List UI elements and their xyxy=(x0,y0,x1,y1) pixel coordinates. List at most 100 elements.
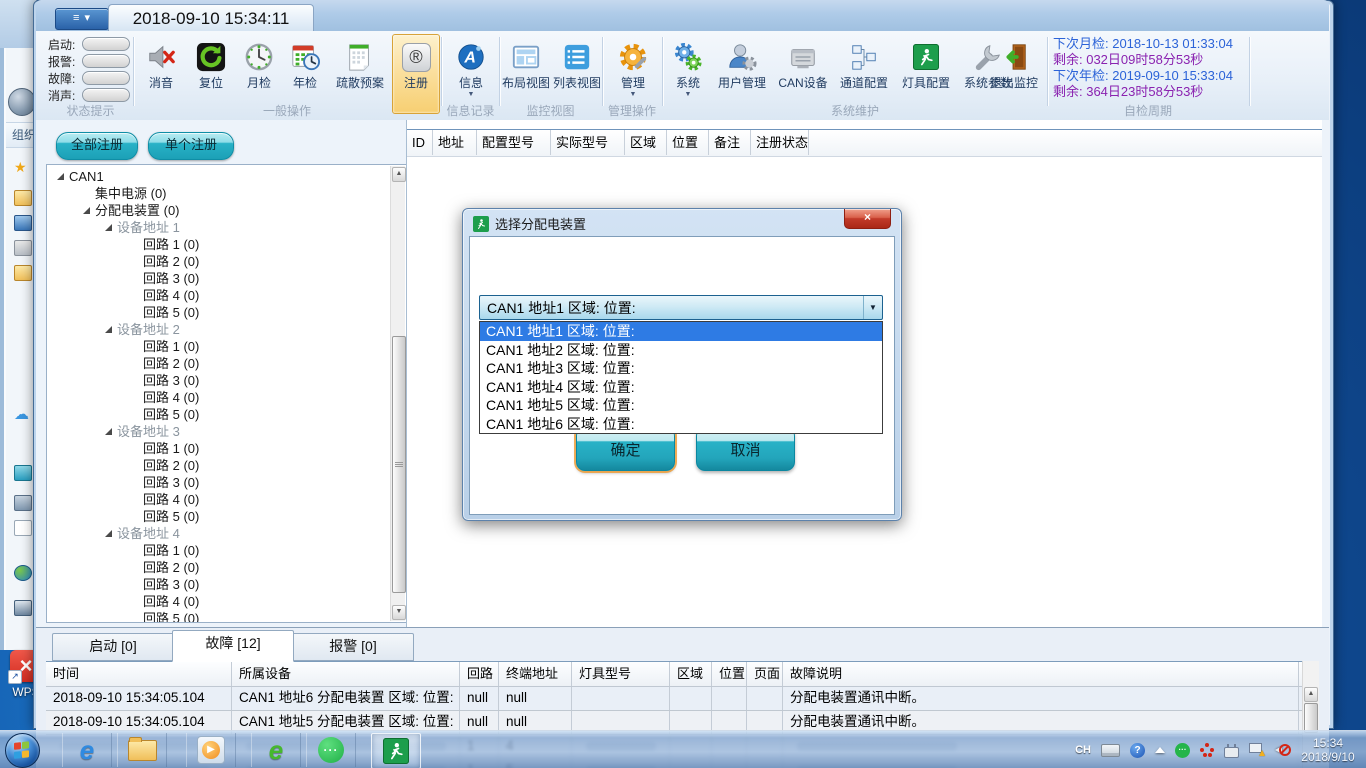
close-button[interactable]: × xyxy=(844,209,891,229)
ribbon-group-system: 系统 ▼ 用户管理 CAN设备 通道配置 xyxy=(663,31,1047,120)
device-combobox[interactable]: CAN1 地址1 区域: 位置: ▼ xyxy=(479,295,883,320)
taskbar-360-browser-button[interactable]: e xyxy=(251,733,301,767)
tree-scrollbar[interactable]: ▲ ▼ xyxy=(390,166,405,621)
taskbar-chat-button[interactable]: ··· xyxy=(306,733,356,767)
tree-item[interactable]: 回路 2 (0) xyxy=(47,253,391,270)
tree-expander-icon[interactable] xyxy=(57,173,64,180)
device-tree: CAN1集中电源 (0)分配电装置 (0)设备地址 1回路 1 (0)回路 2 … xyxy=(46,164,407,623)
gears-icon xyxy=(666,35,710,76)
tree-item-label: 回路 4 (0) xyxy=(143,491,199,508)
register-all-button[interactable]: 全部注册 xyxy=(56,132,138,160)
media-player-icon: ▶ xyxy=(197,736,225,764)
tree-item[interactable]: 回路 2 (0) xyxy=(47,559,391,576)
status-label: 启动: xyxy=(48,36,82,53)
column-header: 位置 xyxy=(667,130,709,155)
tree-item[interactable]: 回路 3 (0) xyxy=(47,270,391,287)
taskbar-monitor-app-button[interactable] xyxy=(371,733,421,768)
column-header: 区域 xyxy=(625,130,667,155)
layout-view-icon xyxy=(501,35,551,76)
dropdown-option[interactable]: CAN1 地址1 区域: 位置: xyxy=(480,322,882,341)
scroll-up-button[interactable]: ▲ xyxy=(392,167,406,182)
volume-muted-icon[interactable] xyxy=(1275,743,1291,757)
tree-item[interactable]: 回路 2 (0) xyxy=(47,457,391,474)
tree-item[interactable]: 回路 5 (0) xyxy=(47,610,391,622)
tab-alarm-events[interactable]: 报警 [0] xyxy=(292,633,414,661)
column-header: 配置型号 xyxy=(477,130,551,155)
dropdown-option[interactable]: CAN1 地址5 区域: 位置: xyxy=(480,396,882,415)
tree-item[interactable]: 回路 5 (0) xyxy=(47,304,391,321)
tree-expander-icon[interactable] xyxy=(105,530,112,537)
start-button[interactable] xyxy=(5,733,40,768)
tree-item[interactable]: 回路 4 (0) xyxy=(47,389,391,406)
selfcheck-line: 剩余: 032日09时58分53秒 xyxy=(1053,52,1248,68)
taskbar-ie-button[interactable]: e xyxy=(62,733,112,767)
scroll-down-button[interactable]: ▼ xyxy=(392,605,406,620)
tree-item[interactable]: 设备地址 1 xyxy=(47,219,391,236)
tree-item[interactable]: 回路 1 (0) xyxy=(47,440,391,457)
tab-start-events[interactable]: 启动 [0] xyxy=(52,633,174,661)
status-indicator-pill xyxy=(82,88,130,102)
tree-expander-icon[interactable] xyxy=(83,207,90,214)
tree-item[interactable]: 回路 5 (0) xyxy=(47,406,391,423)
tree-item-label: 回路 2 (0) xyxy=(143,559,199,576)
tree-item[interactable]: 设备地址 4 xyxy=(47,525,391,542)
tree-item-label: 回路 2 (0) xyxy=(143,355,199,372)
tree-item-label: 回路 4 (0) xyxy=(143,287,199,304)
tree-item[interactable]: CAN1 xyxy=(47,168,391,185)
keyboard-icon[interactable] xyxy=(1101,744,1120,757)
language-indicator[interactable]: CH xyxy=(1075,744,1091,756)
tab-fault-events[interactable]: 故障 [12] xyxy=(172,630,294,662)
tree-item[interactable]: 回路 1 (0) xyxy=(47,542,391,559)
tree-item-label: 分配电装置 (0) xyxy=(95,202,180,219)
clock-icon xyxy=(237,35,281,76)
tree-item[interactable]: 回路 3 (0) xyxy=(47,474,391,491)
tree-item[interactable]: 回路 1 (0) xyxy=(47,338,391,355)
dropdown-option[interactable]: CAN1 地址6 区域: 位置: xyxy=(480,415,882,434)
group-label-system: 系统维护 xyxy=(663,102,1047,119)
tree-expander-icon[interactable] xyxy=(105,326,112,333)
taskbar-clock[interactable]: 15:34 2018/9/10 xyxy=(1296,736,1360,764)
tree-item[interactable]: 回路 5 (0) xyxy=(47,508,391,525)
tree-item[interactable]: 回路 3 (0) xyxy=(47,576,391,593)
scrollbar-thumb[interactable] xyxy=(1304,703,1318,733)
tree-item[interactable]: 回路 4 (0) xyxy=(47,491,391,508)
quick-access-toolbar-button[interactable]: ≡ ▾ xyxy=(55,8,109,30)
tree-item[interactable]: 回路 4 (0) xyxy=(47,287,391,304)
dropdown-option[interactable]: CAN1 地址2 区域: 位置: xyxy=(480,341,882,360)
tree-item[interactable]: 回路 3 (0) xyxy=(47,372,391,389)
shortcut-arrow-icon: ↗ xyxy=(8,670,22,684)
antivirus-tray-icon[interactable] xyxy=(1200,743,1214,757)
ribbon-group-info: A 信息 ▼ 信息记录 xyxy=(442,31,499,120)
tree-item[interactable]: 分配电装置 (0) xyxy=(47,202,391,219)
fault-cell xyxy=(712,687,747,710)
fault-row[interactable]: 2018-09-10 15:34:05.104CAN1 地址6 分配电装置 区域… xyxy=(46,687,1302,711)
tree-expander-icon[interactable] xyxy=(105,224,112,231)
status-row: 消声: xyxy=(48,87,133,103)
dropdown-option[interactable]: CAN1 地址4 区域: 位置: xyxy=(480,378,882,397)
scroll-up-button[interactable]: ▲ xyxy=(1304,687,1318,702)
gear-wrench-icon xyxy=(608,35,658,76)
tree-item[interactable]: 集中电源 (0) xyxy=(47,185,391,202)
tree-expander-icon[interactable] xyxy=(105,428,112,435)
tree-item[interactable]: 回路 1 (0) xyxy=(47,236,391,253)
show-hidden-icons-button[interactable] xyxy=(1155,747,1165,753)
tree-item-label: 设备地址 4 xyxy=(117,525,180,542)
dropdown-option[interactable]: CAN1 地址3 区域: 位置: xyxy=(480,359,882,378)
tree-item[interactable]: 回路 2 (0) xyxy=(47,355,391,372)
taskbar-explorer-button[interactable] xyxy=(117,733,167,767)
network-warning-icon[interactable]: ▲ xyxy=(1249,743,1265,757)
help-icon[interactable]: ? xyxy=(1130,743,1145,758)
column-header: 终端地址 xyxy=(499,662,572,686)
tree-item-label: 回路 3 (0) xyxy=(143,372,199,389)
tree-item[interactable]: 回路 4 (0) xyxy=(47,593,391,610)
explorer-titlebar-fragment xyxy=(0,0,36,48)
power-plug-icon[interactable] xyxy=(1224,743,1239,758)
chat-tray-icon[interactable]: ··· xyxy=(1175,743,1190,758)
tree-item[interactable]: 设备地址 3 xyxy=(47,423,391,440)
tree-item[interactable]: 设备地址 2 xyxy=(47,321,391,338)
scrollbar-thumb[interactable] xyxy=(392,336,406,593)
taskbar-media-player-button[interactable]: ▶ xyxy=(186,733,236,767)
tree-item-label: 设备地址 2 xyxy=(117,321,180,338)
register-single-button[interactable]: 单个注册 xyxy=(148,132,234,160)
calendar-clock-icon xyxy=(283,35,327,76)
